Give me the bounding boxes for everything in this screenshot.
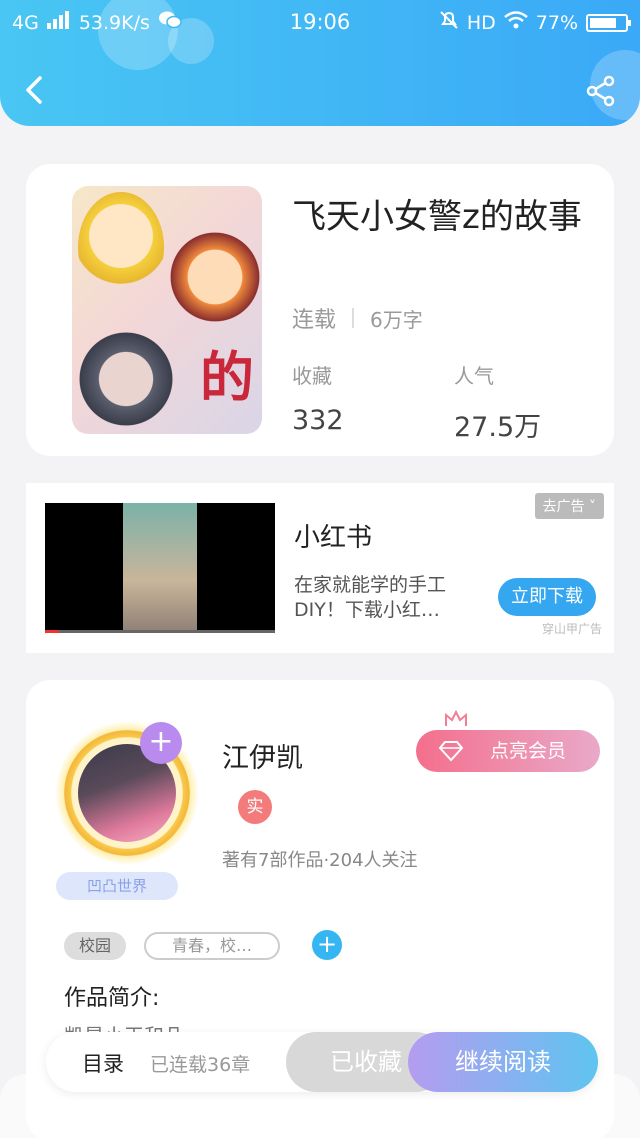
diamond-icon (438, 741, 464, 762)
author-stats: 著有7部作品·204人关注 (222, 850, 418, 871)
vip-label: 点亮会员 (490, 740, 567, 762)
book-meta: 连载 6万字 (292, 302, 423, 334)
book-info-card: 的 飞天小女警z的故事 连载 6万字 收藏 332 人气 27.5万 (26, 164, 614, 456)
ad-description: 在家就能学的手工DIY！下载小红… (294, 574, 447, 621)
intro-heading: 作品简介: (64, 986, 160, 1011)
chevron-down-icon: ˅ (589, 499, 596, 515)
chapter-count[interactable]: 已连载36章 (150, 1050, 250, 1077)
stat-popularity: 人气 27.5万 (454, 360, 541, 444)
book-title: 飞天小女警z的故事 (292, 197, 582, 237)
follow-button[interactable]: + (140, 722, 182, 764)
remove-ad-label: 去广告 (542, 499, 585, 515)
video-progress (45, 630, 275, 633)
remove-ad-button[interactable]: 去广告 ˅ (534, 493, 604, 519)
status-bar: 4G 53.9K/s 19:06 HD 77% (0, 0, 640, 44)
battery-percent: 77% (535, 11, 578, 34)
book-cover[interactable]: 的 (72, 186, 262, 434)
wifi-icon (503, 11, 528, 34)
ad-banner[interactable]: 小红书 在家就能学的手工DIY！下载小红… 去广告 ˅ 立即下载 穿山甲广告 (26, 483, 614, 653)
ad-download-button[interactable]: 立即下载 (498, 578, 596, 616)
bottom-action-bar: 目录 已连载36章 已收藏 继续阅读 (46, 1032, 598, 1092)
toc-button[interactable]: 目录 (82, 1048, 124, 1078)
ad-source: 穿山甲广告 (541, 622, 602, 636)
hd-label: HD (466, 11, 496, 34)
verified-badge: 实 (238, 790, 272, 824)
vip-button[interactable]: 点亮会员 (416, 730, 600, 772)
cover-figure (78, 192, 164, 302)
cover-title-glyph: 的 (200, 345, 254, 409)
ad-video[interactable] (45, 503, 275, 633)
share-button[interactable] (584, 74, 618, 108)
ad-title: 小红书 (294, 523, 373, 553)
author-name[interactable]: 江伊凯 (222, 736, 303, 775)
chevron-left-icon (26, 76, 42, 104)
stat-value: 332 (292, 405, 344, 436)
world-badge: 凹凸世界 (56, 872, 178, 900)
battery-icon (586, 13, 631, 32)
back-button[interactable] (18, 70, 54, 110)
bell-off-icon (439, 10, 459, 35)
continue-reading-button[interactable]: 继续阅读 (408, 1032, 598, 1092)
stat-label: 收藏 (292, 364, 332, 388)
tag-chip[interactable]: 校园 (64, 932, 126, 960)
divider (352, 308, 355, 328)
word-count: 6万字 (370, 307, 423, 332)
stat-label: 人气 (454, 364, 494, 388)
share-icon (586, 75, 615, 107)
stat-favorites: 收藏 332 (292, 360, 344, 436)
crown-icon (445, 710, 467, 726)
ad-video-frame (123, 503, 197, 633)
add-tag-button[interactable]: + (312, 930, 342, 960)
stat-value: 27.5万 (454, 412, 542, 443)
tag-input[interactable]: 青春，校… (144, 932, 280, 960)
serial-status: 连载 (292, 308, 337, 333)
header: 4G 53.9K/s 19:06 HD 77% (0, 0, 640, 126)
cover-figure (76, 324, 176, 434)
cover-figure (170, 222, 260, 332)
